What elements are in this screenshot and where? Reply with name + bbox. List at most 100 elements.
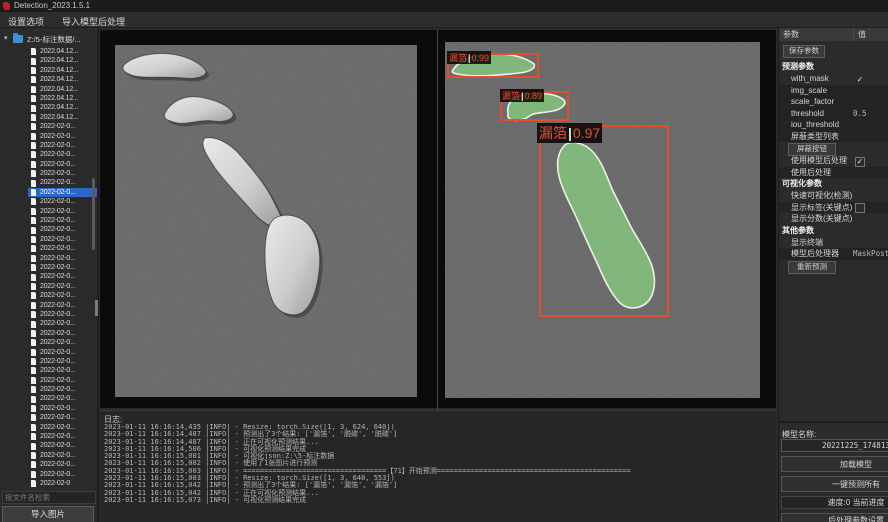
file-tree-item[interactable]: 2022-02-0... [28, 441, 97, 450]
file-tree-item[interactable]: 2022-02-0... [28, 282, 97, 291]
file-name: 2022-02-0... [40, 141, 75, 150]
file-tree-item[interactable]: 2022.04.12... [28, 47, 97, 56]
save-params-button[interactable]: 保存参数 [783, 45, 825, 58]
prediction-image[interactable]: 漏箔|0.99 漏箔|0.89 漏箔|0.97 [445, 42, 760, 398]
file-tree-item[interactable]: 2022-02-0... [28, 291, 97, 300]
file-tree-item[interactable]: 2022-02-0... [28, 319, 97, 328]
file-tree-item[interactable]: 2022-02-0... [28, 216, 97, 225]
log-lines[interactable]: 2023-01-11 16:16:14,435 |INFO| - Resize:… [104, 424, 772, 520]
file-name: 2022.04.12... [40, 66, 78, 75]
param-label: iou_threshold [791, 120, 839, 129]
file-tree-item[interactable]: 2022-02-0... [28, 376, 97, 385]
file-tree-item[interactable]: 2022-02-0... [28, 197, 97, 206]
file-tree-item[interactable]: 2022-02-0... [28, 235, 97, 244]
file-tree-item[interactable]: 2022-02-0... [28, 310, 97, 319]
file-tree-item[interactable]: 2022-02-0... [28, 132, 97, 141]
checked-icon[interactable]: ✓ [855, 75, 865, 85]
file-tree-item[interactable]: 2022-02-0... [28, 348, 97, 357]
file-tree-item[interactable]: 2022-02-0... [28, 385, 97, 394]
file-tree-item[interactable]: 2022-02-0... [28, 122, 97, 131]
file-tree-item[interactable]: 2022.04.12... [28, 56, 97, 65]
file-tree-item[interactable]: 2022-02-0... [28, 423, 97, 432]
post-process-params-button[interactable]: 后处理参数设置 [781, 513, 888, 522]
file-tree-item[interactable]: 2022-02-0... [28, 150, 97, 159]
file-tree-item[interactable]: 2022-02-0... [28, 470, 97, 479]
predict-all-button[interactable]: 一键预测所有 [781, 476, 888, 492]
class-name: 漏箔 [502, 91, 520, 101]
file-tree-item[interactable]: 2022-02-0... [28, 394, 97, 403]
document-icon [31, 67, 36, 74]
import-images-button[interactable]: 导入图片 [2, 506, 94, 522]
file-tree-item[interactable]: 2022-02-0 [28, 479, 97, 488]
file-tree-item[interactable]: 2022-02-0... [28, 329, 97, 338]
file-tree-item[interactable]: 2022-02-0... [28, 169, 97, 178]
file-tree-item[interactable]: 2022.04.12... [28, 75, 97, 84]
file-tree-item[interactable]: 2022-02-0... [28, 432, 97, 441]
file-tree-item[interactable]: 2022-02-0... [28, 404, 97, 413]
param-row-scale-factor[interactable]: scale_factor [779, 96, 888, 108]
param-row-iou-threshold[interactable]: iou_threshold [779, 119, 888, 131]
param-row-img-scale[interactable]: img_scale [779, 85, 888, 97]
file-tree-item[interactable]: 2022.04.12... [28, 85, 97, 94]
param-row-mask-type-list[interactable]: 屏蔽类型列表 [779, 131, 888, 143]
source-image[interactable] [115, 45, 417, 397]
param-row-use-post[interactable]: 使用后处理 [779, 167, 888, 179]
file-tree-item[interactable]: 2022-02-0... [28, 272, 97, 281]
file-tree-item[interactable]: 2022-02-0... [28, 254, 97, 263]
param-value[interactable]: MaskPostPro [853, 248, 888, 260]
file-tree-item[interactable]: 2022-02-0... [28, 141, 97, 150]
file-name: 2022.04.12... [40, 75, 78, 84]
param-row-mask-button: 屏蔽按钮 [779, 142, 888, 155]
repredict-button[interactable]: 重新预测 [788, 261, 836, 274]
section-other: 其他参数 [779, 225, 888, 237]
file-tree-item[interactable]: 2022-02-0... [28, 357, 97, 366]
file-tree-item[interactable]: 2022-02-0... [28, 188, 97, 197]
file-tree-item[interactable]: 2022-02-0... [28, 301, 97, 310]
file-tree-item[interactable]: 2022-02-0... [28, 338, 97, 347]
file-name: 2022-02-0... [40, 225, 75, 234]
param-row-quick-visual[interactable]: 快速可视化(检测) [779, 190, 888, 202]
file-name: 2022-02-0... [40, 441, 75, 450]
param-row-use-model-post[interactable]: 使用模型后处理 ✓ [779, 155, 888, 167]
file-tree-item[interactable]: 2022-02-0... [28, 366, 97, 375]
file-tree-item[interactable]: 2022.04.12... [28, 113, 97, 122]
load-model-button[interactable]: 加载模型 [781, 456, 888, 472]
file-name: 2022-02-0... [40, 451, 75, 460]
model-name-field[interactable]: 20221225_174813 [781, 439, 888, 452]
param-value[interactable]: 0.5 [853, 108, 867, 120]
tree-root-node[interactable]: ▾ Z:/5-标注数据/... [0, 34, 97, 45]
chevron-down-icon[interactable]: ▾ [4, 34, 8, 42]
file-tree-item[interactable]: 2022-02-0... [28, 178, 97, 187]
param-row-repredict: 重新预测 [779, 260, 888, 273]
file-tree-item[interactable]: 2022-02-0... [28, 460, 97, 469]
file-name: 2022-02-0... [40, 460, 75, 469]
checkbox-checked[interactable]: ✓ [855, 157, 865, 167]
file-tree-item[interactable]: 2022-02-0... [28, 451, 97, 460]
file-tree-item[interactable]: 2022-02-0... [28, 160, 97, 169]
file-tree-item[interactable]: 2022-02-0... [28, 244, 97, 253]
file-tree-item[interactable]: 2022.04.12... [28, 94, 97, 103]
document-icon [31, 217, 36, 224]
param-row-show-label[interactable]: 显示标签(关键点) [779, 202, 888, 214]
file-tree-item[interactable]: 2022-02-0... [28, 263, 97, 272]
param-row-threshold[interactable]: threshold 0.5 [779, 108, 888, 120]
document-icon [31, 471, 36, 478]
file-tree-item[interactable]: 2022-02-0... [28, 413, 97, 422]
param-row-model-post-processor[interactable]: 模型后处理器 MaskPostPro [779, 248, 888, 260]
panel-divider[interactable] [437, 30, 438, 412]
param-row-show-score[interactable]: 显示分数(关键点) [779, 213, 888, 225]
file-name: 2022-02-0... [40, 470, 75, 479]
document-icon [31, 114, 36, 121]
file-tree-item[interactable]: 2022-02-0... [28, 225, 97, 234]
param-row-with-mask[interactable]: with_mask ✓ [779, 73, 888, 85]
checkbox-unchecked[interactable] [855, 203, 865, 213]
file-tree-item[interactable]: 2022-02-0... [28, 207, 97, 216]
document-icon [31, 358, 36, 365]
tree-scrollbar-thumb[interactable] [92, 178, 95, 250]
document-icon [31, 339, 36, 346]
param-row-show-terminal[interactable]: 显示终端 [779, 237, 888, 249]
splitter-handle[interactable] [95, 300, 98, 316]
file-tree-item[interactable]: 2022.04.12... [28, 103, 97, 112]
file-tree-item[interactable]: 2022.04.12... [28, 66, 97, 75]
search-input[interactable] [2, 491, 96, 504]
